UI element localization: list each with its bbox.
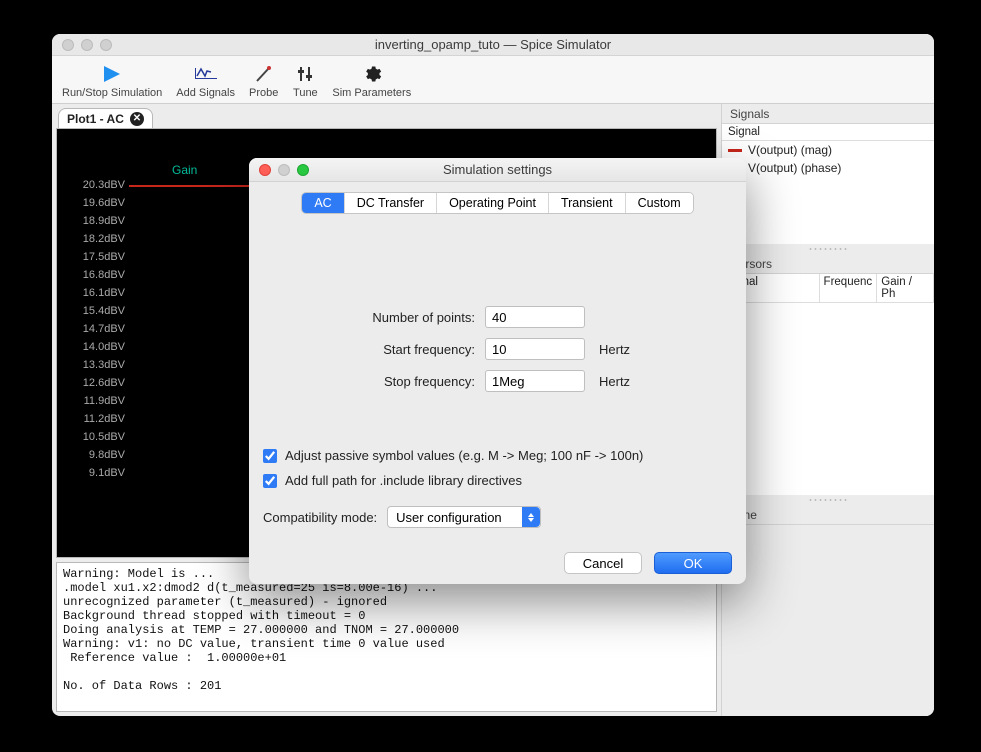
waveform-icon — [193, 63, 219, 85]
cursors-panel: Signal Frequenc Gain / Ph — [722, 274, 934, 495]
checkbox-icon[interactable] — [263, 449, 277, 463]
y-tick: 14.7dBV — [63, 323, 125, 336]
signal-row[interactable]: V(output) (phase) — [722, 159, 934, 177]
signals-panel: Signal V(output) (mag) V(output) (phase) — [722, 124, 934, 244]
tab-dc-transfer[interactable]: DC Transfer — [345, 193, 437, 213]
checkbox-icon[interactable] — [263, 474, 277, 488]
options: Adjust passive symbol values (e.g. M -> … — [263, 448, 732, 528]
simulation-settings-dialog: Simulation settings AC DC Transfer Opera… — [249, 158, 746, 584]
adjust-values-checkbox[interactable]: Adjust passive symbol values (e.g. M -> … — [263, 448, 732, 463]
signals-header: Signals — [722, 104, 934, 124]
cursors-header: Cursors — [722, 254, 934, 274]
compat-label: Compatibility mode: — [263, 510, 377, 525]
app-window: inverting_opamp_tuto — Spice Simulator R… — [52, 34, 934, 716]
splitter[interactable] — [722, 244, 934, 254]
y-tick: 19.6dBV — [63, 197, 125, 210]
run-stop-button[interactable]: Run/Stop Simulation — [58, 63, 166, 99]
signal-label: V(output) (phase) — [748, 161, 841, 175]
num-points-label: Number of points: — [263, 310, 475, 325]
tab-transient[interactable]: Transient — [549, 193, 626, 213]
unit-hertz: Hertz — [599, 374, 630, 389]
tab-label: Plot1 - AC — [67, 112, 124, 126]
window-titlebar: inverting_opamp_tuto — Spice Simulator — [52, 34, 934, 56]
play-icon — [99, 63, 125, 85]
close-icon[interactable]: ✕ — [130, 112, 144, 126]
ac-form: Number of points: Start frequency: Hertz… — [263, 306, 732, 392]
y-tick: 20.3dBV — [63, 179, 125, 192]
y-tick: 9.8dBV — [63, 449, 125, 462]
y-tick: 18.2dBV — [63, 233, 125, 246]
y-tick: 16.8dBV — [63, 269, 125, 282]
toolbar: Run/Stop Simulation Add Signals Probe Tu… — [52, 56, 934, 104]
start-freq-field[interactable] — [485, 338, 585, 360]
tune-header: Tune — [722, 505, 934, 525]
right-column: Signals Signal V(output) (mag) V(output) … — [722, 104, 934, 716]
add-signals-button[interactable]: Add Signals — [172, 63, 239, 99]
y-tick: 15.4dBV — [63, 305, 125, 318]
y-tick: 10.5dBV — [63, 431, 125, 444]
signals-column-header: Signal — [722, 124, 934, 141]
tune-icon — [292, 63, 318, 85]
sim-parameters-button[interactable]: Sim Parameters — [328, 63, 415, 99]
y-tick: 16.1dBV — [63, 287, 125, 300]
tune-panel — [722, 525, 934, 717]
y-tick: 14.0dBV — [63, 341, 125, 354]
stop-freq-label: Stop frequency: — [263, 374, 475, 389]
gear-icon — [359, 63, 385, 85]
y-tick: 12.6dBV — [63, 377, 125, 390]
dialog-titlebar: Simulation settings — [249, 158, 746, 182]
stop-freq-field[interactable] — [485, 370, 585, 392]
tune-button[interactable]: Tune — [288, 63, 322, 99]
unit-hertz: Hertz — [599, 342, 630, 357]
dialog-body: AC DC Transfer Operating Point Transient… — [249, 182, 746, 542]
splitter[interactable] — [722, 495, 934, 505]
compat-select[interactable]: User configuration — [387, 506, 541, 528]
dialog-title: Simulation settings — [249, 162, 746, 177]
dialog-buttons: Cancel OK — [249, 542, 746, 584]
window-title: inverting_opamp_tuto — Spice Simulator — [52, 37, 934, 52]
compat-select-input[interactable]: User configuration — [387, 506, 541, 528]
probe-icon — [251, 63, 277, 85]
signal-row[interactable]: V(output) (mag) — [722, 141, 934, 159]
y-tick: 11.9dBV — [63, 395, 125, 408]
y-tick: 18.9dBV — [63, 215, 125, 228]
cursors-columns: Signal Frequenc Gain / Ph — [722, 274, 934, 303]
y-tick: 17.5dBV — [63, 251, 125, 264]
start-freq-label: Start frequency: — [263, 342, 475, 357]
y-tick: 13.3dBV — [63, 359, 125, 372]
plot-y-axis: 20.3dBV 19.6dBV 18.9dBV 18.2dBV 17.5dBV 16.8d… — [63, 179, 125, 480]
cancel-button[interactable]: Cancel — [564, 552, 642, 574]
y-tick: 11.2dBV — [63, 413, 125, 426]
console-output[interactable]: Warning: Model is ... .model xu1.x2:dmod… — [56, 562, 717, 712]
tab-ac[interactable]: AC — [302, 193, 344, 213]
probe-button[interactable]: Probe — [245, 63, 282, 99]
fullpath-checkbox[interactable]: Add full path for .include library direc… — [263, 473, 732, 488]
tab-custom[interactable]: Custom — [626, 193, 693, 213]
num-points-field[interactable] — [485, 306, 585, 328]
signal-label: V(output) (mag) — [748, 143, 832, 157]
tab-operating-point[interactable]: Operating Point — [437, 193, 549, 213]
analysis-tab-control: AC DC Transfer Operating Point Transient… — [301, 192, 693, 214]
plot-title: Gain — [172, 163, 197, 177]
color-swatch — [728, 149, 742, 152]
plot-tabbar: Plot1 - AC ✕ — [52, 104, 721, 128]
tab-plot1[interactable]: Plot1 - AC ✕ — [58, 108, 153, 128]
y-tick: 9.1dBV — [63, 467, 125, 480]
ok-button[interactable]: OK — [654, 552, 732, 574]
